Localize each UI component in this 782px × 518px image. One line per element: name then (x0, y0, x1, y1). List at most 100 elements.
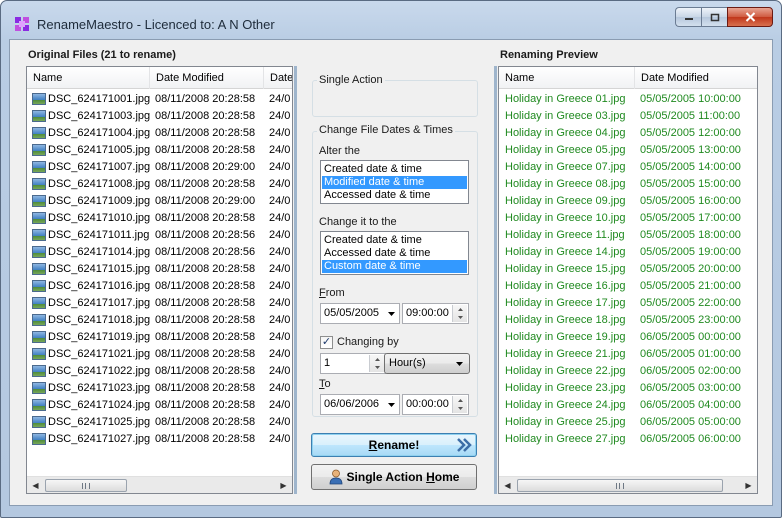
column-header-date-modified[interactable]: Date Modified (635, 67, 757, 89)
scroll-right-icon[interactable]: ▶ (740, 477, 757, 493)
change-to-option-created[interactable]: Created date & time (322, 234, 467, 247)
table-row[interactable]: Holiday in Greece 01.jpg 05/05/2005 10:00… (499, 91, 757, 108)
table-row[interactable]: DSC_624171001.jpg 08/11/2008 20:28:58 24/0 (27, 91, 292, 108)
date-cell: 24/0 (269, 314, 291, 326)
minimize-button[interactable] (675, 7, 701, 27)
table-row[interactable]: Holiday in Greece 09.jpg 05/05/2005 16:00… (499, 193, 757, 210)
table-row[interactable]: DSC_624171027.jpg 08/11/2008 20:28:58 24/0 (27, 431, 292, 448)
table-row[interactable]: Holiday in Greece 23.jpg 06/05/2005 03:00… (499, 380, 757, 397)
to-time-spinner[interactable] (452, 396, 467, 413)
amount-spinner[interactable] (369, 355, 384, 372)
scroll-right-icon[interactable]: ▶ (275, 477, 292, 493)
table-row[interactable]: Holiday in Greece 03.jpg 05/05/2005 11:00… (499, 108, 757, 125)
table-row[interactable]: Holiday in Greece 27.jpg 06/05/2005 06:00… (499, 431, 757, 448)
table-row[interactable]: Holiday in Greece 07.jpg 05/05/2005 14:00… (499, 159, 757, 176)
table-row[interactable]: DSC_624171024.jpg 08/11/2008 20:28:58 24/0 (27, 397, 292, 414)
from-time-field[interactable]: 09:00:00 (402, 303, 469, 324)
column-header-date[interactable]: Date (264, 67, 292, 89)
table-row[interactable]: Holiday in Greece 08.jpg 05/05/2005 15:00… (499, 176, 757, 193)
table-row[interactable]: Holiday in Greece 21.jpg 06/05/2005 01:00… (499, 346, 757, 363)
table-row[interactable]: DSC_624171019.jpg 08/11/2008 20:28:58 24/0 (27, 329, 292, 346)
from-time-spinner[interactable] (452, 305, 467, 322)
table-row[interactable]: DSC_624171025.jpg 08/11/2008 20:28:58 24/0 (27, 414, 292, 431)
chevron-down-icon (456, 361, 463, 366)
maximize-button[interactable] (701, 7, 727, 27)
single-action-home-button[interactable]: Single Action Home (311, 464, 477, 490)
table-row[interactable]: DSC_624171021.jpg 08/11/2008 20:28:58 24/0 (27, 346, 292, 363)
table-row[interactable]: DSC_624171015.jpg 08/11/2008 20:28:58 24/0 (27, 261, 292, 278)
to-time-field[interactable]: 00:00:00 (402, 394, 469, 415)
spin-down-icon[interactable] (370, 363, 384, 371)
table-row[interactable]: DSC_624171009.jpg 08/11/2008 20:29:00 24/0 (27, 193, 292, 210)
file-name-cell: DSC_624171001.jpg (48, 93, 150, 105)
table-row[interactable]: Holiday in Greece 11.jpg 05/05/2005 18:00… (499, 227, 757, 244)
table-row[interactable]: Holiday in Greece 22.jpg 06/05/2005 02:00… (499, 363, 757, 380)
file-name-cell: DSC_624171004.jpg (48, 127, 150, 139)
change-to-option-custom[interactable]: Custom date & time (322, 260, 467, 273)
table-row[interactable]: Holiday in Greece 24.jpg 06/05/2005 04:00… (499, 397, 757, 414)
change-to-listbox[interactable]: Created date & time Accessed date & time… (320, 231, 469, 275)
left-splitter[interactable] (294, 66, 297, 494)
table-row[interactable]: DSC_624171023.jpg 08/11/2008 20:28:58 24/0 (27, 380, 292, 397)
table-row[interactable]: Holiday in Greece 17.jpg 05/05/2005 22:00… (499, 295, 757, 312)
title-bar[interactable]: RenameMaestro - Licenced to: A N Other (1, 1, 781, 39)
changing-by-checkbox[interactable]: ✓ (320, 336, 333, 349)
alter-option-modified[interactable]: Modified date & time (322, 176, 467, 189)
to-date-dropdown[interactable] (384, 395, 399, 414)
right-splitter[interactable] (494, 66, 497, 494)
table-row[interactable]: Holiday in Greece 10.jpg 05/05/2005 17:00… (499, 210, 757, 227)
table-row[interactable]: Holiday in Greece 18.jpg 05/05/2005 23:00… (499, 312, 757, 329)
table-row[interactable]: Holiday in Greece 05.jpg 05/05/2005 13:00… (499, 142, 757, 159)
spin-up-icon[interactable] (370, 355, 384, 363)
table-row[interactable]: DSC_624171003.jpg 08/11/2008 20:28:58 24/0 (27, 108, 292, 125)
unit-dropdown[interactable] (452, 354, 467, 373)
changing-by-unit-select[interactable]: Hour(s) (384, 353, 470, 374)
from-date-picker[interactable]: 05/05/2005 (320, 303, 400, 324)
table-row[interactable]: DSC_624171014.jpg 08/11/2008 20:28:56 24/0 (27, 244, 292, 261)
changing-by-amount[interactable]: 1 (320, 353, 386, 374)
table-row[interactable]: Holiday in Greece 16.jpg 05/05/2005 21:00… (499, 278, 757, 295)
image-file-icon (32, 297, 46, 309)
column-header-name[interactable]: Name (499, 67, 635, 89)
table-row[interactable]: DSC_624171010.jpg 08/11/2008 20:28:58 24/0 (27, 210, 292, 227)
table-row[interactable]: DSC_624171008.jpg 08/11/2008 20:28:58 24/0 (27, 176, 292, 193)
table-row[interactable]: Holiday in Greece 14.jpg 05/05/2005 19:00… (499, 244, 757, 261)
scroll-left-icon[interactable]: ◀ (27, 477, 44, 493)
to-date-picker[interactable]: 06/06/2006 (320, 394, 400, 415)
new-date-cell: 06/05/2005 00:00:00 (640, 331, 741, 343)
scroll-thumb[interactable] (45, 479, 127, 492)
new-date-cell: 06/05/2005 05:00:00 (640, 416, 741, 428)
table-row[interactable]: Holiday in Greece 25.jpg 06/05/2005 05:00… (499, 414, 757, 431)
rename-button[interactable]: Rename! (311, 433, 477, 457)
table-row[interactable]: DSC_624171004.jpg 08/11/2008 20:28:58 24/0 (27, 125, 292, 142)
table-row[interactable]: DSC_624171017.jpg 08/11/2008 20:28:58 24/0 (27, 295, 292, 312)
original-files-list[interactable]: Name Date Modified Date DSC_624171001.jp… (26, 66, 293, 494)
alter-option-created[interactable]: Created date & time (322, 163, 467, 176)
preview-h-scrollbar[interactable]: ◀ ▶ (499, 476, 757, 493)
table-row[interactable]: Holiday in Greece 19.jpg 06/05/2005 00:00… (499, 329, 757, 346)
table-row[interactable]: DSC_624171007.jpg 08/11/2008 20:29:00 24/0 (27, 159, 292, 176)
spin-up-icon[interactable] (453, 396, 467, 404)
alter-option-accessed[interactable]: Accessed date & time (322, 189, 467, 202)
spin-down-icon[interactable] (453, 404, 467, 412)
column-header-date-modified[interactable]: Date Modified (150, 67, 264, 89)
renaming-preview-list[interactable]: Name Date Modified Holiday in Greece 01.… (498, 66, 758, 494)
table-row[interactable]: DSC_624171018.jpg 08/11/2008 20:28:58 24/0 (27, 312, 292, 329)
table-row[interactable]: DSC_624171005.jpg 08/11/2008 20:28:58 24/0 (27, 142, 292, 159)
scroll-left-icon[interactable]: ◀ (499, 477, 516, 493)
close-button[interactable] (727, 7, 773, 27)
column-header-name[interactable]: Name (27, 67, 150, 89)
scroll-thumb[interactable] (517, 479, 723, 492)
spin-up-icon[interactable] (453, 305, 467, 313)
image-file-icon (32, 314, 46, 326)
table-row[interactable]: Holiday in Greece 15.jpg 05/05/2005 20:00… (499, 261, 757, 278)
alter-listbox[interactable]: Created date & time Modified date & time… (320, 160, 469, 204)
table-row[interactable]: DSC_624171016.jpg 08/11/2008 20:28:58 24/0 (27, 278, 292, 295)
table-row[interactable]: DSC_624171022.jpg 08/11/2008 20:28:58 24/0 (27, 363, 292, 380)
original-h-scrollbar[interactable]: ◀ ▶ (27, 476, 292, 493)
from-date-dropdown[interactable] (384, 304, 399, 323)
table-row[interactable]: Holiday in Greece 04.jpg 05/05/2005 12:00… (499, 125, 757, 142)
change-to-option-accessed[interactable]: Accessed date & time (322, 247, 467, 260)
table-row[interactable]: DSC_624171011.jpg 08/11/2008 20:28:56 24/0 (27, 227, 292, 244)
spin-down-icon[interactable] (453, 313, 467, 321)
